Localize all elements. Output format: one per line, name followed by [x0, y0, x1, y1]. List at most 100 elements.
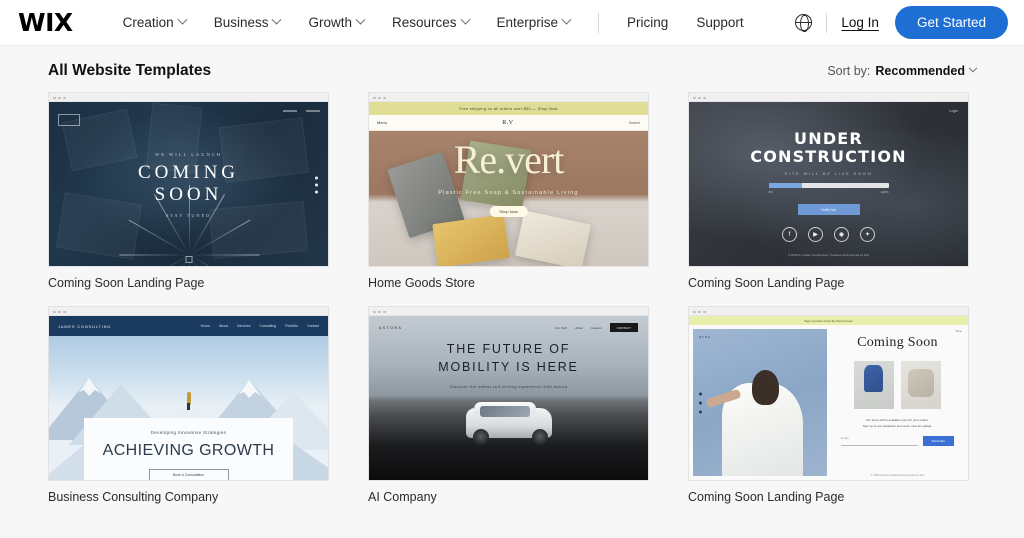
preview-top-link: Shop — [955, 329, 962, 333]
preview-footer-text: © 2035 by Etna. Powered and secured by W… — [870, 474, 924, 477]
instagram-icon: ◉ — [834, 227, 849, 242]
template-caption: Home Goods Store — [368, 276, 475, 290]
template-card[interactable]: Login UNDER CONSTRUCTION SITE WILL BE LI… — [688, 92, 969, 290]
facebook-icon: f — [782, 227, 797, 242]
preview-nav-link: Careers — [591, 325, 602, 330]
browser-chrome — [689, 93, 968, 102]
preview-social-dots — [699, 392, 702, 413]
template-thumbnail[interactable]: WE WILL LAUNCH COMING SOON STAY TUNED — [48, 92, 329, 267]
chevron-down-icon — [177, 14, 188, 25]
preview-title-line2: SOON — [154, 184, 223, 206]
nav-item-enterprise[interactable]: Enterprise — [483, 9, 585, 36]
template-thumbnail[interactable]: Login UNDER CONSTRUCTION SITE WILL BE LI… — [688, 92, 969, 267]
preview-tagline: Plastic Free Soap & Sustainable Living — [438, 190, 579, 196]
preview-title-line1: COMING — [137, 162, 240, 184]
preview-footer-text: © 2035 by Under Construction. Powered an… — [787, 253, 870, 257]
preview-footer-mark — [185, 256, 192, 263]
chevron-down-icon — [968, 63, 978, 73]
product-soap — [514, 210, 592, 266]
globe-icon[interactable] — [795, 14, 813, 32]
model-hair — [751, 370, 779, 406]
template-thumbnail[interactable]: Free shipping on all orders over $50 — S… — [368, 92, 649, 267]
nav-divider — [598, 12, 600, 33]
preview-nav-link: Our Tech — [555, 325, 568, 330]
preview-nav: JAMES CONSULTING Home About Services Con… — [49, 316, 328, 336]
preview-nav: ASTORA Our Tech About Careers CONTACT — [369, 323, 648, 332]
wix-logo[interactable]: WIX — [18, 10, 73, 35]
preview-subtitle: STAY TUNED — [165, 212, 212, 218]
template-card[interactable]: Sign up below to be the first to know ET… — [688, 306, 969, 504]
product-soap — [432, 214, 510, 266]
template-caption: AI Company — [368, 490, 437, 504]
twitter-icon: ✦ — [860, 227, 875, 242]
preview-top-link: Login — [949, 109, 958, 113]
preview-nav-links: Our Tech About Careers CONTACT — [555, 323, 638, 332]
nav-item-support[interactable]: Support — [682, 9, 757, 36]
get-started-button[interactable]: Get Started — [894, 6, 1008, 39]
preview-headline: Re.vert — [453, 137, 565, 182]
preview-logo — [58, 114, 80, 126]
template-caption: Business Consulting Company — [48, 490, 219, 504]
template-card[interactable]: ASTORA Our Tech About Careers CONTACT TH… — [368, 306, 649, 504]
template-thumbnail[interactable]: Sign up below to be the first to know ET… — [688, 306, 969, 481]
preview-announcement: Sign up below to be the first to know — [689, 316, 968, 325]
sort-prefix-label: Sort by: — [827, 64, 871, 78]
progress-end-label: 100% — [880, 190, 889, 195]
preview-title-line2: MOBILITY IS HERE — [438, 360, 579, 375]
preview-social-links: f ▶ ◉ ✦ — [689, 227, 968, 242]
preview-progress-bar — [768, 183, 889, 189]
nav-item-label: Growth — [308, 15, 352, 30]
preview-title: ACHIEVING GROWTH — [102, 442, 275, 459]
template-preview: ASTORA Our Tech About Careers CONTACT TH… — [369, 316, 648, 480]
nav-item-creation[interactable]: Creation — [109, 9, 200, 36]
chevron-down-icon — [272, 14, 282, 25]
nav-item-business[interactable]: Business — [200, 9, 295, 36]
preview-kicker: WE WILL LAUNCH — [155, 152, 222, 158]
preview-nav-links: Home About Services Consulting Portfolio… — [201, 324, 319, 328]
template-card[interactable]: Free shipping on all orders over $50 — S… — [368, 92, 649, 290]
preview-overlay-card: Developing Innovative Strategies ACHIEVI… — [84, 418, 293, 480]
template-preview: Sign up below to be the first to know ET… — [689, 316, 968, 480]
preview-email-input: Email — [840, 436, 918, 447]
preview-kicker: Developing Innovative Strategies — [150, 430, 227, 435]
template-thumbnail[interactable]: ASTORA Our Tech About Careers CONTACT TH… — [368, 306, 649, 481]
header-actions: Log In Get Started — [795, 6, 1008, 39]
templates-toolbar: All Website Templates Sort by: Recommend… — [48, 46, 978, 92]
preview-brand: ASTORA — [379, 325, 403, 330]
preview-submit-button: Subscribe — [922, 436, 954, 447]
preview-nav-link: About — [575, 325, 584, 330]
preview-nav-cta: CONTACT — [609, 323, 638, 332]
hiker-figure — [186, 392, 191, 410]
sort-dropdown[interactable]: Sort by: Recommended — [827, 63, 978, 78]
preview-nav-link: Portfolio — [285, 324, 298, 328]
template-thumbnail[interactable]: JAMES CONSULTING Home About Services Con… — [48, 306, 329, 481]
preview-subtitle: SITE WILL BE LIVE SOON — [784, 171, 873, 177]
template-preview: Free shipping on all orders over $50 — S… — [369, 102, 648, 266]
nav-item-label: Enterprise — [496, 15, 559, 30]
nav-item-resources[interactable]: Resources — [378, 9, 483, 36]
nav-item-growth[interactable]: Growth — [294, 9, 378, 36]
preview-note-line2: Sign up to our newsletter and never miss… — [862, 423, 933, 428]
preview-nav: Menu R.V Search — [369, 115, 648, 131]
preview-nav-link: Services — [237, 324, 251, 328]
nav-item-label: Resources — [391, 15, 457, 30]
template-preview: JAMES CONSULTING Home About Services Con… — [49, 316, 328, 480]
browser-chrome — [369, 93, 648, 102]
template-card[interactable]: JAMES CONSULTING Home About Services Con… — [48, 306, 329, 504]
browser-chrome — [49, 93, 328, 102]
header-divider — [826, 12, 828, 33]
template-card[interactable]: WE WILL LAUNCH COMING SOON STAY TUNED Co… — [48, 92, 329, 290]
preview-title-line2: CONSTRUCTION — [750, 146, 907, 166]
browser-chrome — [689, 307, 968, 316]
preview-cta-button: Notify Me — [797, 204, 860, 216]
template-preview: Login UNDER CONSTRUCTION SITE WILL BE LI… — [689, 102, 968, 266]
login-link[interactable]: Log In — [841, 15, 879, 30]
preview-brand-mark: R.V — [502, 119, 514, 126]
template-caption: Coming Soon Landing Page — [688, 490, 845, 504]
preview-note: Our store will be available soon for you… — [827, 418, 968, 429]
nav-item-pricing[interactable]: Pricing — [613, 9, 682, 36]
templates-page: All Website Templates Sort by: Recommend… — [0, 46, 1024, 504]
preview-nav-link: Consulting — [259, 324, 277, 328]
browser-chrome — [49, 307, 328, 316]
preview-subtitle: Discover the safest self-driving experie… — [449, 384, 568, 389]
